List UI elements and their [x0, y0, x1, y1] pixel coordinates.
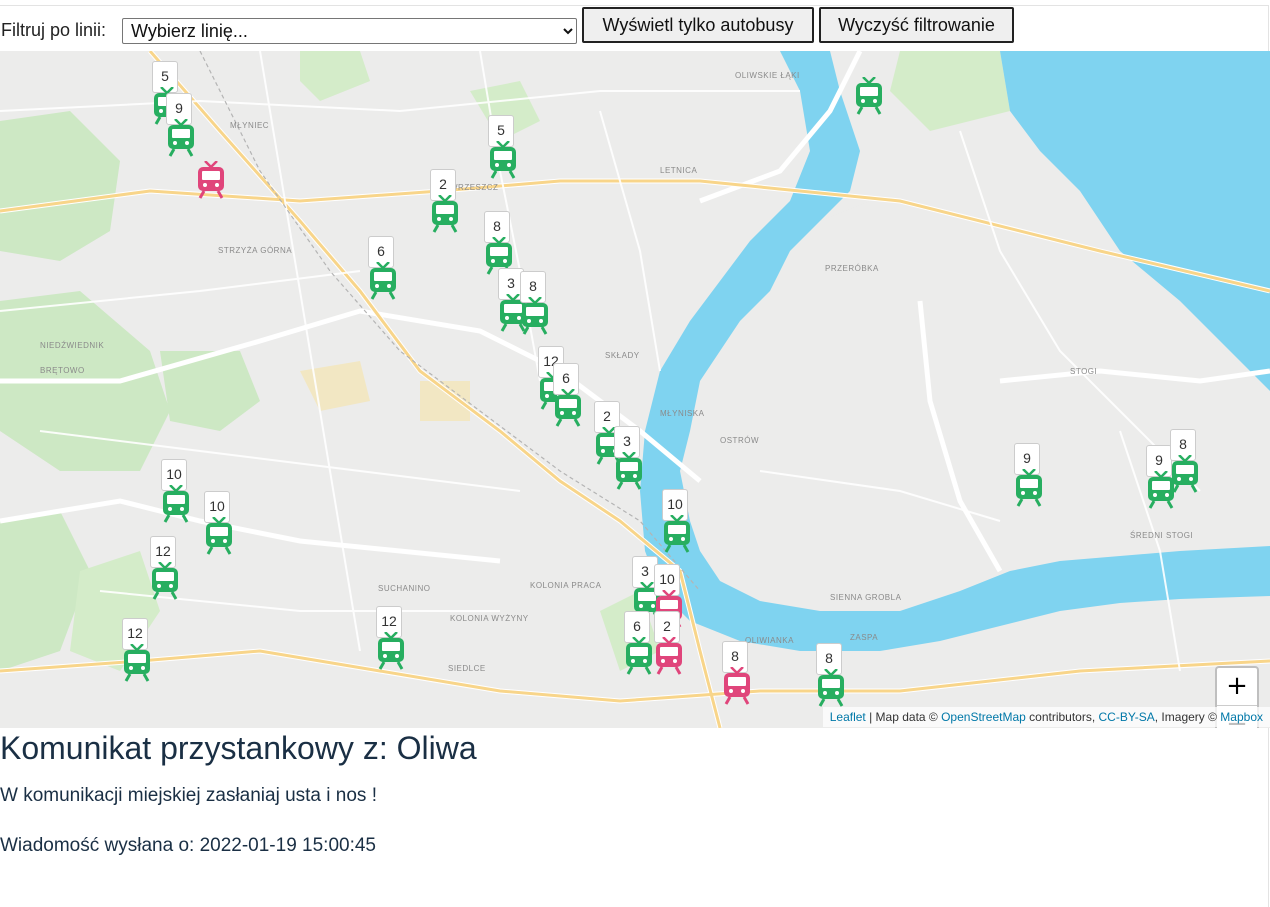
clear-filter-button[interactable]: Wyczyść filtrowanie [819, 7, 1014, 43]
vehicle-marker[interactable]: 3 [610, 426, 650, 490]
vehicle-marker[interactable]: 10 [200, 491, 240, 555]
vehicle-marker[interactable]: 12 [372, 606, 412, 670]
vehicle-marker[interactable]: 5 [484, 115, 524, 179]
zoom-in-button[interactable]: + [1217, 668, 1257, 706]
district-label: SIEDLCE [448, 664, 486, 673]
mapbox-link[interactable]: Mapbox [1220, 710, 1263, 724]
vehicle-marker[interactable]: 10 [157, 459, 197, 523]
leaflet-link[interactable]: Leaflet [830, 710, 866, 724]
district-label: KOLONIA WYŻYNY [450, 614, 529, 623]
district-label: PRZERÓBKA [825, 264, 879, 273]
district-label: OSTRÓW [720, 436, 759, 445]
district-label: NIEDŹWIEDNIK [40, 341, 105, 350]
vehicle-marker[interactable]: 12 [146, 536, 186, 600]
district-label: SKŁADY [605, 351, 640, 360]
district-label: MŁYNISKA [660, 409, 705, 418]
district-label: ŚREDNI STOGI [1130, 531, 1194, 540]
message-timestamp: Wiadomość wysłana o: 2022-01-19 15:00:45 [0, 835, 377, 856]
message-text: W komunikacji miejskiej zasłaniaj usta i… [0, 785, 377, 806]
message-title: Komunikat przystankowy z: Oliwa [0, 730, 477, 766]
filter-label: Filtruj po linii: [1, 20, 107, 40]
district-label: ZASPA [850, 633, 879, 642]
district-label: STOGI [1070, 367, 1098, 376]
vehicle-marker[interactable] [192, 135, 232, 199]
map[interactable]: OLIWSKIE ŁĄKI LETNICA PRZERÓBKA WRZESZCZ STR… [0, 51, 1270, 728]
license-link[interactable]: CC-BY-SA [1099, 710, 1155, 724]
vehicle-marker[interactable]: 6 [549, 363, 589, 427]
openstreetmap-link[interactable]: OpenStreetMap [941, 710, 1026, 724]
vehicle-marker[interactable]: 12 [118, 618, 158, 682]
vehicle-marker[interactable]: 9 [1010, 443, 1050, 507]
district-label: STRZYŻA GÓRNA [218, 246, 293, 255]
vehicle-marker[interactable]: 8 [1166, 429, 1206, 493]
map-attribution: Leaflet | Map data © OpenStreetMap contr… [822, 707, 1270, 727]
attribution-sep2: contributors, [1025, 710, 1099, 724]
line-select[interactable]: Wybierz linię... [122, 18, 577, 44]
district-label: SUCHANINO [378, 584, 431, 593]
filter-bar: Filtruj po linii: Wybierz linię... Wyświ… [0, 6, 1268, 50]
district-label: BRĘTOWO [40, 366, 85, 375]
vehicle-marker[interactable]: 8 [812, 643, 852, 707]
district-label: OLIWSKIE ŁĄKI [735, 71, 800, 80]
vehicle-marker[interactable]: 8 [480, 211, 520, 275]
district-label: SIENNA GROBLA [830, 593, 902, 602]
attribution-sep1: | Map data © [865, 710, 942, 724]
district-label: LETNICA [660, 166, 698, 175]
vehicle-marker[interactable] [850, 51, 890, 115]
attribution-sep3: , Imagery © [1154, 710, 1221, 724]
vehicle-marker[interactable]: 2 [426, 169, 466, 233]
district-label: MŁYNIEC [230, 121, 270, 130]
district-label: KOLONIA PRACA [530, 581, 602, 590]
vehicle-marker[interactable]: 10 [658, 489, 698, 553]
show-buses-button[interactable]: Wyświetl tylko autobusy [582, 7, 814, 43]
vehicle-marker[interactable]: 8 [718, 641, 758, 705]
vehicle-marker[interactable]: 2 [650, 611, 690, 675]
vehicle-marker[interactable]: 8 [516, 271, 556, 335]
vehicle-marker[interactable]: 6 [364, 236, 404, 300]
